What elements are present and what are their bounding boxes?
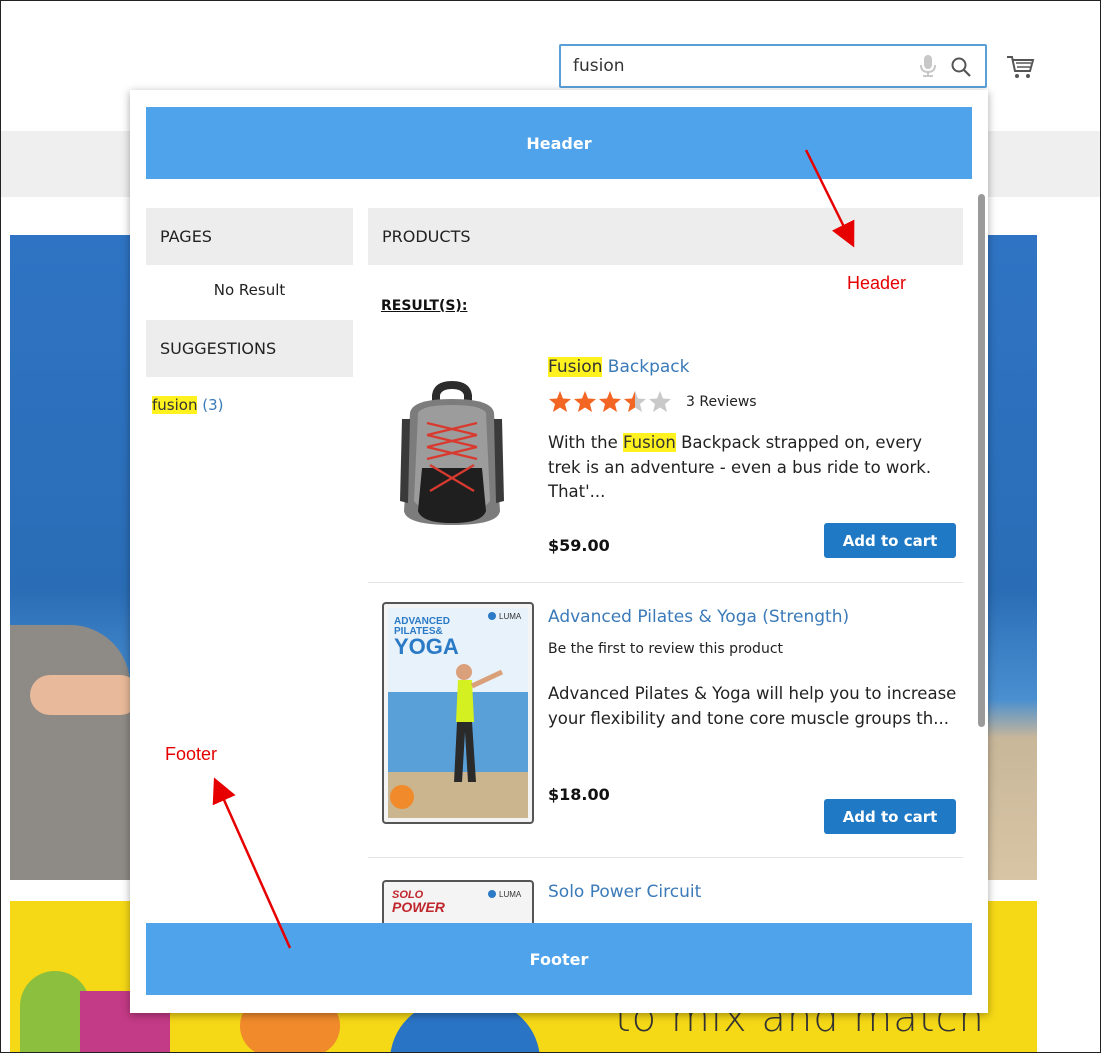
product-name-highlight: Fusion (548, 357, 603, 377)
cart-icon[interactable] (1005, 52, 1035, 82)
product-name-rest: Backpack (602, 357, 690, 377)
search-icon[interactable] (950, 56, 972, 78)
dropdown-header: Header (146, 107, 972, 179)
product-name-link[interactable]: Advanced Pilates & Yoga (Strength) (548, 607, 849, 627)
product-description-before: With the (548, 433, 624, 452)
products-section-title: PRODUCTS (368, 208, 963, 265)
product-review-link[interactable]: Be the first to review this product (548, 641, 783, 657)
dvd-brand: LUMA (499, 890, 522, 899)
suggestions-section-title: SUGGESTIONS (146, 320, 353, 377)
product-price: $59.00 (548, 536, 610, 555)
results-label: RESULT(S): (381, 298, 468, 314)
hero-person-arm (30, 675, 140, 715)
dvd-brand: LUMA (499, 612, 522, 621)
search-input[interactable] (571, 55, 905, 77)
search-autocomplete-dropdown: Header PAGES No Result SUGGESTIONS fusio… (130, 90, 988, 1013)
suggestion-count: (3) (202, 396, 224, 414)
product-description: Advanced Pilates & Yoga will help you to… (548, 684, 957, 728)
product-divider (368, 582, 963, 583)
add-to-cart-button[interactable]: Add to cart (824, 523, 956, 558)
microphone-icon[interactable] (918, 54, 938, 78)
dvd-title-line2: POWER (392, 899, 446, 915)
pages-section-title: PAGES (146, 208, 353, 265)
product-image-backpack[interactable] (382, 373, 522, 533)
annotation-header-label: Header (847, 273, 907, 293)
product-description-highlight: Fusion (623, 433, 676, 452)
product-review-link[interactable]: 3 Reviews (686, 394, 757, 410)
hero-person-figure (10, 625, 130, 880)
search-box (559, 44, 987, 88)
add-to-cart-button[interactable]: Add to cart (824, 799, 956, 834)
product-name-link[interactable]: Solo Power Circuit (548, 882, 701, 902)
pages-empty-text: No Result (213, 281, 286, 299)
product-description: With the Fusion Backpack strapped on, ev… (548, 431, 958, 505)
dropdown-scrollbar[interactable] (978, 194, 985, 727)
product-rating (548, 390, 678, 420)
suggestion-term: fusion (152, 396, 198, 414)
product-divider (368, 857, 963, 858)
dvd-title-line3: YOGA (394, 634, 459, 659)
annotation-footer-label: Footer (165, 744, 218, 764)
dropdown-footer: Footer (146, 923, 972, 995)
suggestion-item[interactable]: fusion (3) (152, 396, 224, 414)
rating-stars-icon (549, 391, 671, 412)
product-price: $18.00 (548, 785, 610, 804)
product-name-link[interactable]: Fusion Backpack (548, 357, 689, 377)
product-image-dvd[interactable]: ADVANCED PILATES& YOGA LUMA (382, 602, 534, 824)
